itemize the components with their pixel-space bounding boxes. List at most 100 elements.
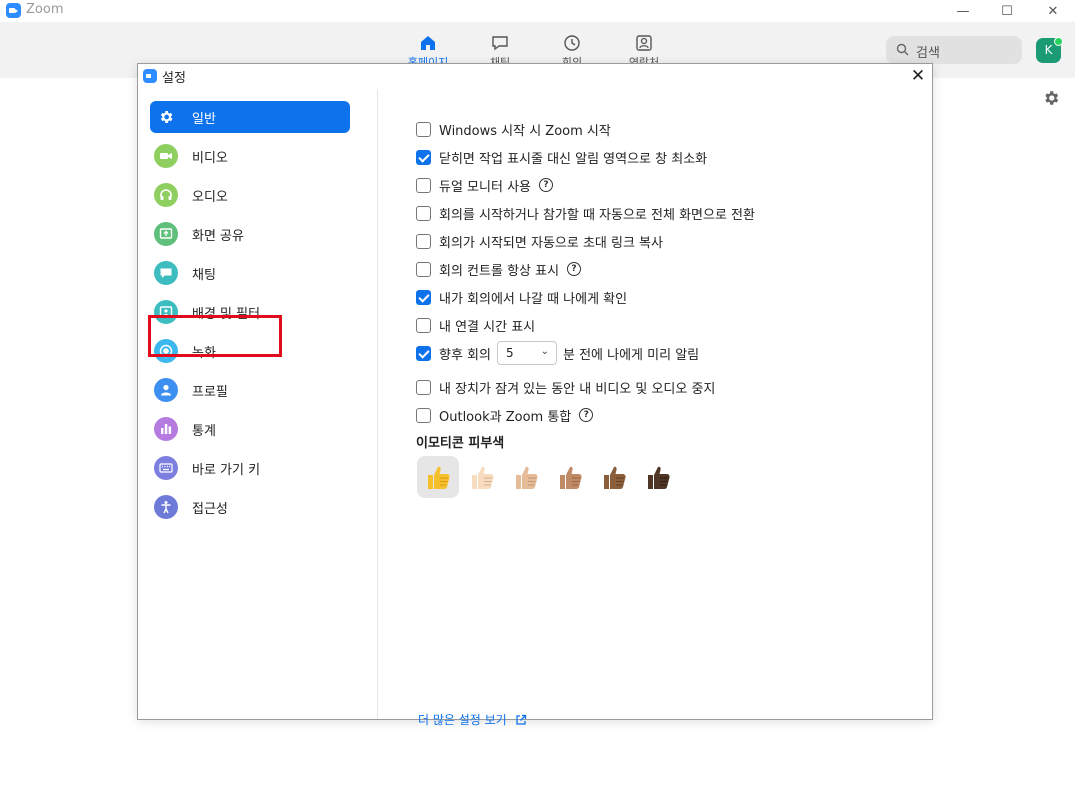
search-icon [896,43,909,56]
sidebar-item-label: 채팅 [192,268,216,283]
sidebar-item-label: 접근성 [192,502,228,517]
dialog-header: 설정 ✕ [138,64,932,89]
option-label: 회의 컨트롤 항상 표시 [439,263,560,279]
sidebar-item-label: 통계 [192,424,216,439]
option-row[interactable]: 회의가 시작되면 자동으로 초대 링크 복사 [416,231,663,251]
chevron-down-icon: ⌄ [540,346,549,357]
thumbs-up-medium-dark-icon[interactable] [593,456,635,498]
search-placeholder: 검색 [916,46,940,61]
thumbs-up-light-icon[interactable] [461,456,503,498]
video-icon [154,144,178,168]
sidebar-item-label: 화면 공유 [192,229,244,244]
minimize-button[interactable]: — [940,0,986,22]
sidebar-item-general[interactable]: 일반 [150,101,350,133]
checkbox[interactable] [416,149,431,165]
option-label: 듀얼 모니터 사용 [439,179,531,195]
keyboard-icon [154,456,178,480]
share-screen-icon [154,222,178,246]
checkbox[interactable] [416,205,431,221]
checkbox[interactable] [416,121,431,137]
checkbox[interactable] [416,177,431,193]
online-status-dot [1054,37,1063,46]
chat-bubble-icon [154,261,178,285]
option-row[interactable]: 내 연결 시간 표시 [416,315,535,335]
dialog-title: 설정 [162,71,186,86]
option-label: 회의를 시작하거나 참가할 때 자동으로 전체 화면으로 전환 [439,207,755,223]
option-label: Windows 시작 시 Zoom 시작 [439,123,611,139]
sidebar-item-statistics[interactable]: 통계 [150,413,350,445]
checkbox[interactable] [416,289,431,305]
thumbs-up-dark-icon[interactable] [637,456,679,498]
option-row[interactable]: 회의를 시작하거나 참가할 때 자동으로 전체 화면으로 전환 [416,203,755,223]
checkbox[interactable] [416,379,431,395]
reminder-minutes-value: 5 [505,346,514,360]
sidebar-item-audio[interactable]: 오디오 [150,179,350,211]
clock-icon [564,35,580,51]
thumbs-up-medium-light-icon[interactable] [505,456,547,498]
checkbox[interactable] [416,345,431,361]
zoom-logo-icon [143,69,157,83]
app-title: Zoom [26,2,64,17]
option-row[interactable]: 내 장치가 잠겨 있는 동안 내 비디오 및 오디오 중지 [416,377,715,397]
sidebar-item-accessibility[interactable]: 접근성 [150,491,350,523]
sidebar-item-profile[interactable]: 프로필 [150,374,350,406]
sidebar-item-label: 비디오 [192,151,228,166]
settings-gear-icon[interactable] [1042,89,1060,107]
option-row[interactable]: 회의 컨트롤 항상 표시 ? [416,259,582,279]
profile-icon [154,378,178,402]
reminder-minutes-select[interactable]: 5 ⌄ [496,341,557,365]
contacts-icon [636,35,652,51]
accessibility-icon [154,495,178,519]
option-row[interactable]: 닫히면 작업 표시줄 대신 알림 영역으로 창 최소화 [416,147,707,167]
gear-icon [154,105,178,129]
reminder-prefix: 향후 회의 [439,347,491,363]
emoji-skin-tone-heading: 이모티콘 피부색 [416,436,505,451]
option-row[interactable]: Windows 시작 시 Zoom 시작 [416,119,611,139]
sidebar-item-video[interactable]: 비디오 [150,140,350,172]
settings-dialog: 설정 ✕ 일반 비디오 오디오 화면 공유 채팅 배경 및 필터 녹화 프로필 … [137,63,933,727]
option-label: 닫히면 작업 표시줄 대신 알림 영역으로 창 최소화 [439,151,708,167]
sidebar-item-keyboard-shortcuts[interactable]: 바로 가기 키 [150,452,350,484]
checkbox[interactable] [416,317,431,333]
dialog-close-button[interactable]: ✕ [908,66,928,86]
home-icon [421,36,435,50]
general-settings-panel: Windows 시작 시 Zoom 시작 닫히면 작업 표시줄 대신 알림 영역… [378,89,932,727]
stats-icon [154,417,178,441]
skin-tone-picker [417,456,681,498]
title-bar: Zoom — ☐ ✕ [0,0,1075,22]
more-settings-link[interactable]: 더 많은 설정 보기 [418,711,527,728]
help-icon[interactable]: ? [567,262,582,276]
sidebar-item-label: 프로필 [192,385,228,400]
sidebar-item-share-screen[interactable]: 화면 공유 [150,218,350,250]
chat-icon [492,36,508,51]
close-window-button[interactable]: ✕ [1030,0,1075,22]
checkbox[interactable] [416,261,431,277]
help-icon[interactable]: ? [579,408,594,422]
sidebar-item-label: 일반 [192,112,216,127]
option-label: 회의가 시작되면 자동으로 초대 링크 복사 [439,235,663,251]
option-label: 내 장치가 잠겨 있는 동안 내 비디오 및 오디오 중지 [439,381,716,397]
reminder-suffix: 분 전에 나에게 미리 알림 [562,347,700,363]
zoom-logo-icon [6,3,21,18]
option-row[interactable]: 내가 회의에서 나갈 때 나에게 확인 [416,287,627,307]
sidebar-item-label: 오디오 [192,190,228,205]
option-row[interactable]: 듀얼 모니터 사용 ? [416,175,553,195]
option-label: 내 연결 시간 표시 [439,319,536,335]
reminder-row[interactable]: 향후 회의 5 ⌄ 분 전에 나에게 미리 알림 [416,341,700,365]
checkbox[interactable] [416,233,431,249]
sidebar-item-chat[interactable]: 채팅 [150,257,350,289]
maximize-button[interactable]: ☐ [984,0,1030,22]
highlight-annotation-box [148,315,282,357]
external-link-icon [516,714,526,725]
more-settings-label: 더 많은 설정 보기 [418,713,507,727]
thumbs-up-medium-icon[interactable] [549,456,591,498]
option-label: 내가 회의에서 나갈 때 나에게 확인 [439,291,628,307]
help-icon[interactable]: ? [539,178,553,192]
search-input[interactable]: 검색 [886,36,1022,64]
headphones-icon [154,183,178,207]
option-label: Outlook과 Zoom 통합 [439,409,572,425]
checkbox[interactable] [416,407,431,423]
sidebar-item-label: 바로 가기 키 [192,463,261,478]
option-row[interactable]: Outlook과 Zoom 통합 ? [416,405,594,425]
thumbs-up-default-icon[interactable] [417,456,459,498]
